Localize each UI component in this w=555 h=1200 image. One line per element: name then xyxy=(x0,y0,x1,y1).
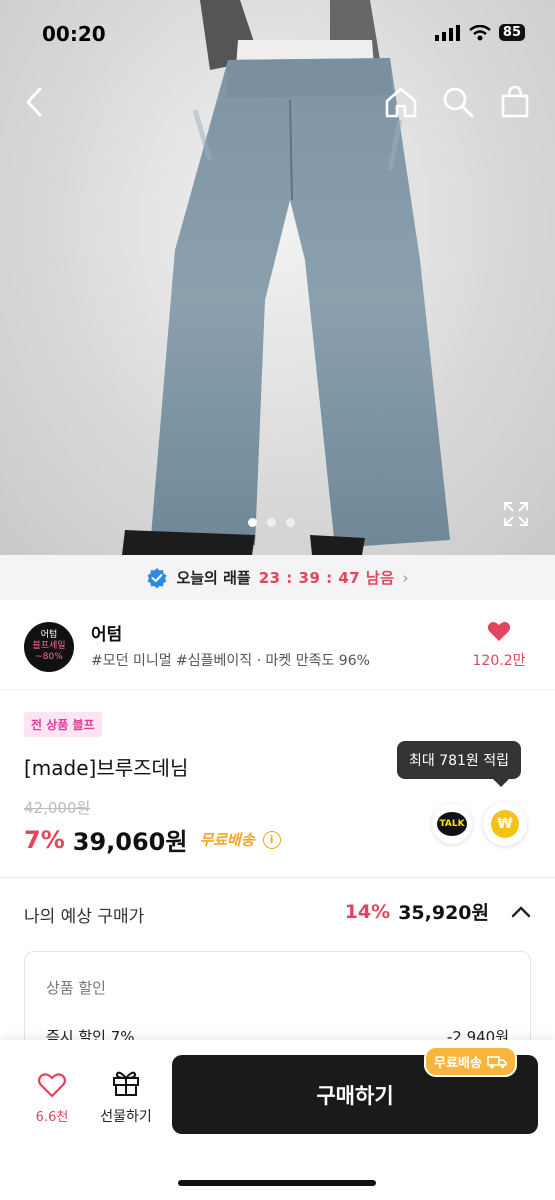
free-shipping-badge: 무료배송 xyxy=(424,1046,517,1077)
talk-icon: TALK xyxy=(437,812,467,836)
price-row: 7% 39,060원 무료배송 i xyxy=(24,822,281,857)
home-indicator xyxy=(178,1180,376,1186)
pagination-dot[interactable] xyxy=(286,518,295,527)
home-icon xyxy=(385,87,417,118)
shop-logo[interactable]: 어텀 블프세일 ~80% xyxy=(24,622,74,672)
reward-button[interactable]: ₩ xyxy=(483,802,527,846)
raffle-timer: 23 : 39 : 47 남음 xyxy=(258,569,395,587)
chevron-right-icon: › xyxy=(402,568,409,587)
shop-tags: #모던 미니멀 #심플베이직 · 마켓 만족도 96% xyxy=(91,653,370,669)
heart-icon xyxy=(487,622,511,641)
raffle-banner[interactable]: 오늘의 래플 23 : 39 : 47 남음 › xyxy=(0,555,555,600)
product-image[interactable]: 00:20 85 xyxy=(0,0,555,555)
battery-indicator: 85 xyxy=(498,24,525,41)
shop-like-button[interactable]: 120.2만 xyxy=(469,620,529,670)
expand-icon xyxy=(504,502,528,526)
status-bar: 00:20 85 xyxy=(0,22,555,50)
info-icon[interactable]: i xyxy=(262,830,281,849)
gift-icon xyxy=(113,1071,139,1096)
status-time: 00:20 xyxy=(42,22,106,46)
verified-check-icon xyxy=(147,567,167,588)
breakdown-header: 상품 할인 xyxy=(46,979,106,997)
section-divider xyxy=(0,877,555,878)
raffle-label: 오늘의 래플 xyxy=(176,569,251,587)
cart-button[interactable] xyxy=(497,84,533,120)
back-arrow-icon xyxy=(26,87,42,117)
promo-badge: 전 상품 블프 xyxy=(24,712,102,737)
sale-price: 39,060원 xyxy=(72,828,188,856)
pagination-dot[interactable] xyxy=(248,518,257,527)
bottom-action-bar: 6.6천 선물하기 구매하기 무료배송 xyxy=(0,1040,555,1200)
estimate-percent: 14% xyxy=(344,900,391,923)
estimate-toggle[interactable]: 14% 35,920원 xyxy=(345,898,531,925)
talk-button[interactable]: TALK xyxy=(432,804,472,844)
shop-row[interactable]: 어텀 블프세일 ~80% 어텀 #모던 미니멀 #심플베이직 · 마켓 만족도 … xyxy=(0,600,555,690)
reward-tooltip: 최대 781원 적립 xyxy=(397,741,522,787)
wifi-icon xyxy=(469,24,491,40)
search-icon xyxy=(443,87,474,118)
free-shipping-label: 무료배송 xyxy=(199,831,255,849)
wishlist-button[interactable]: 6.6천 xyxy=(22,1072,82,1125)
expand-image-button[interactable] xyxy=(502,500,530,528)
estimate-price: 35,920원 xyxy=(398,902,489,924)
shopping-bag-icon xyxy=(501,85,529,118)
pagination-dot[interactable] xyxy=(267,518,276,527)
back-button[interactable] xyxy=(18,84,54,120)
truck-icon xyxy=(487,1055,507,1068)
search-button[interactable] xyxy=(440,84,476,120)
wishlist-count: 6.6천 xyxy=(35,1110,69,1125)
heart-outline-icon xyxy=(37,1073,67,1098)
coin-icon: ₩ xyxy=(491,810,519,838)
estimate-label: 나의 예상 구매가 xyxy=(24,907,145,927)
gift-label: 선물하기 xyxy=(100,1109,152,1125)
discount-percent: 7% xyxy=(24,825,65,854)
gift-button[interactable]: 선물하기 xyxy=(92,1068,160,1126)
product-name: [made]브루즈데님 xyxy=(24,756,189,780)
shop-name[interactable]: 어텀 xyxy=(91,620,122,645)
original-price: 42,000원 xyxy=(24,799,91,817)
home-button[interactable] xyxy=(383,84,419,120)
shop-like-count: 120.2만 xyxy=(472,653,526,669)
signal-icon xyxy=(434,24,460,41)
image-pagination xyxy=(248,518,295,527)
chevron-up-icon xyxy=(511,905,531,917)
